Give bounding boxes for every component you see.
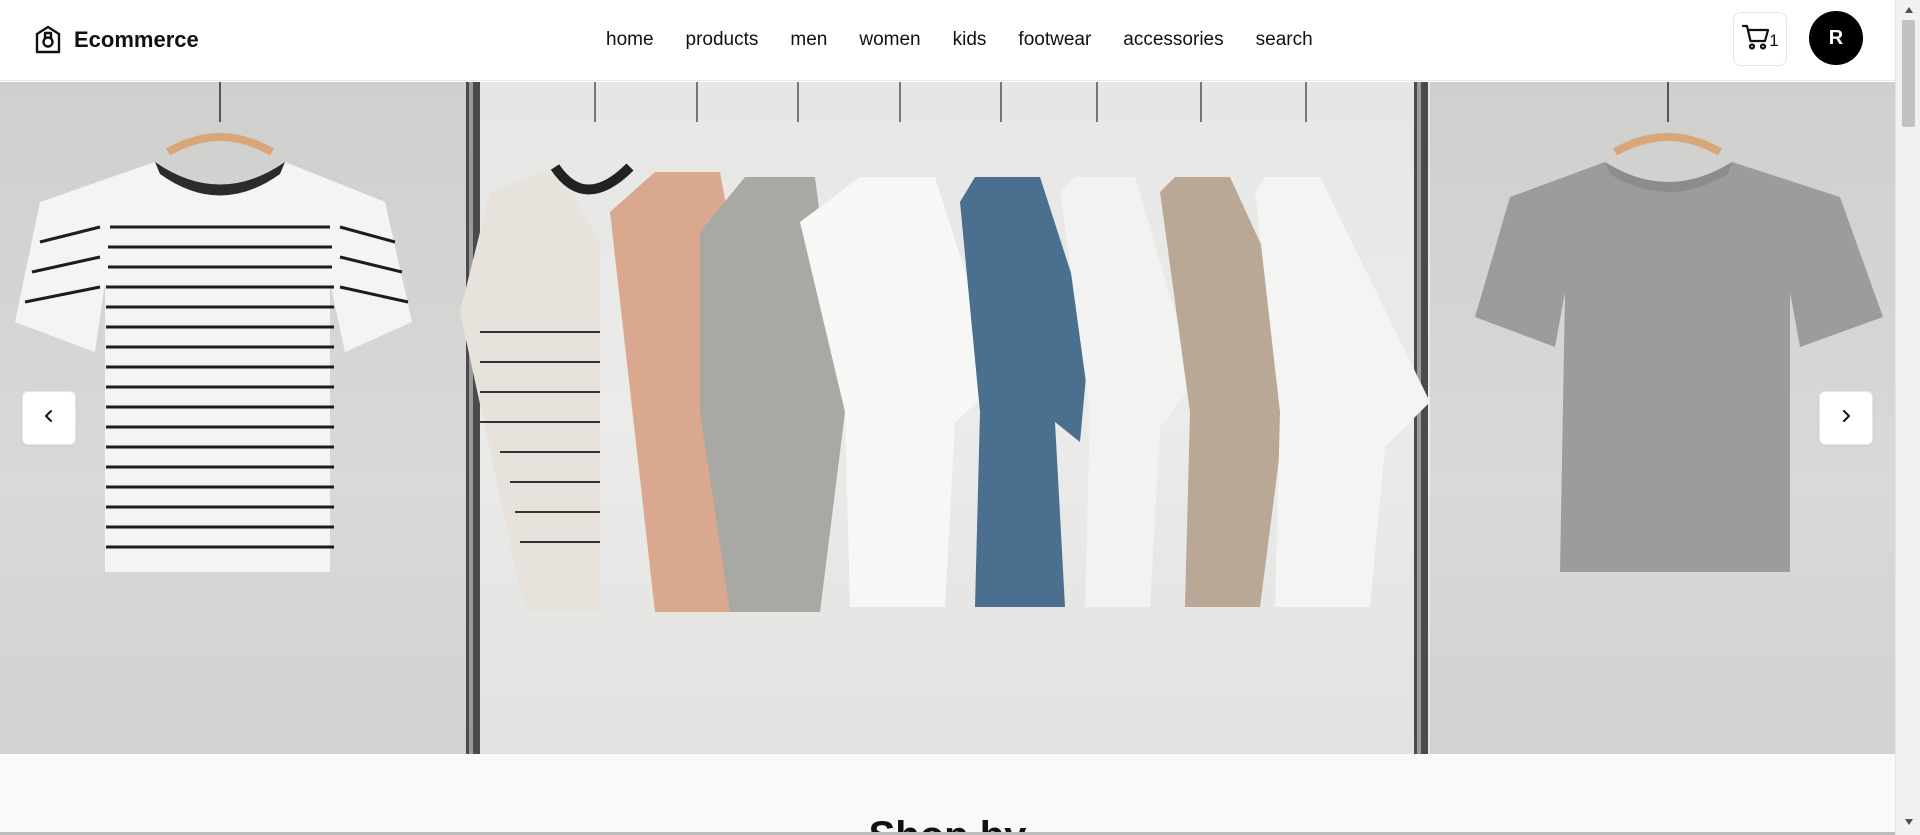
brand-name: Ecommerce bbox=[74, 27, 199, 52]
chevron-right-icon bbox=[1839, 409, 1853, 428]
site-header: Ecommerce home products men women kids f… bbox=[0, 0, 1895, 81]
cart-icon bbox=[1741, 23, 1771, 56]
user-avatar[interactable]: R bbox=[1809, 11, 1863, 65]
nav-item-men[interactable]: men bbox=[774, 23, 843, 57]
cart-button[interactable]: 1 bbox=[1733, 12, 1787, 66]
nav-item-women[interactable]: women bbox=[843, 23, 936, 57]
nav-item-search[interactable]: search bbox=[1240, 23, 1329, 57]
nav-item-home[interactable]: home bbox=[590, 23, 670, 57]
hero-carousel bbox=[0, 82, 1895, 754]
cart-count-badge: 1 bbox=[1769, 31, 1779, 50]
rack-tshirts bbox=[460, 82, 1430, 612]
gray-tshirt bbox=[1475, 82, 1883, 572]
nav-item-products[interactable]: products bbox=[670, 23, 775, 57]
scroll-down-arrow-icon[interactable] bbox=[1896, 812, 1920, 832]
hero-image bbox=[15, 82, 1883, 754]
scrollbar-thumb[interactable] bbox=[1902, 20, 1915, 127]
carousel-prev-button[interactable] bbox=[22, 391, 76, 445]
striped-tshirt bbox=[15, 82, 412, 572]
nav-item-kids[interactable]: kids bbox=[937, 23, 1003, 57]
scroll-up-arrow-icon[interactable] bbox=[1896, 0, 1920, 20]
brand-logo[interactable]: Ecommerce bbox=[32, 20, 199, 60]
vertical-scrollbar[interactable] bbox=[1895, 0, 1920, 835]
nav-item-accessories[interactable]: accessories bbox=[1107, 23, 1239, 57]
shop-by-section: Shop by bbox=[0, 754, 1895, 835]
shopping-bag-icon bbox=[32, 24, 64, 56]
nav-item-footwear[interactable]: footwear bbox=[1002, 23, 1107, 57]
chevron-left-icon bbox=[42, 409, 56, 428]
page: Ecommerce home products men women kids f… bbox=[0, 0, 1920, 835]
main-nav: home products men women kids footwear ac… bbox=[590, 22, 1329, 58]
carousel-next-button[interactable] bbox=[1819, 391, 1873, 445]
